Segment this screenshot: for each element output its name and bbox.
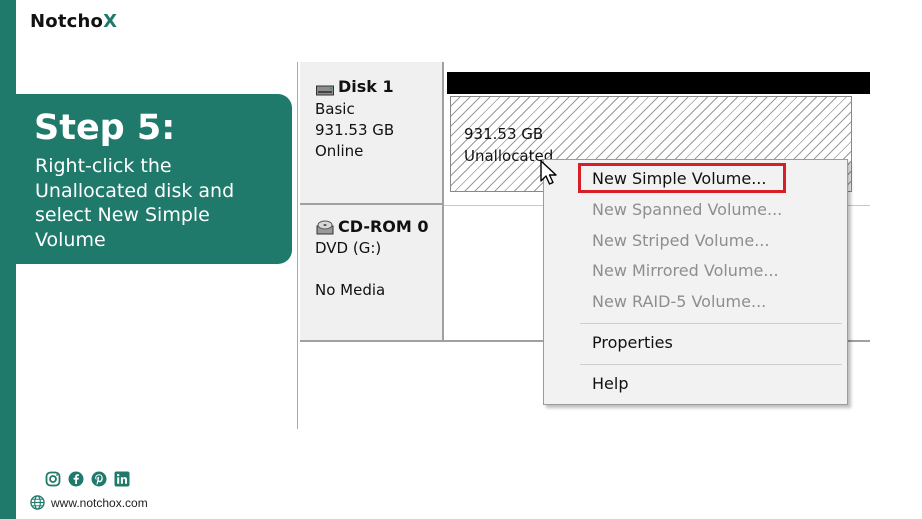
facebook-icon[interactable] (68, 471, 84, 487)
linkedin-icon[interactable] (114, 471, 130, 487)
website-url: www.notchox.com (51, 495, 148, 510)
pinterest-icon[interactable] (91, 471, 107, 487)
step-title: Step 5: (34, 108, 176, 148)
unallocated-size: 931.53 GB (464, 125, 544, 143)
cdrom-name: CD-ROM 0 (316, 217, 429, 236)
cdrom-media: No Media (315, 281, 386, 299)
cdrom-info-panel[interactable]: CD-ROM 0 DVD (G:) No Media (300, 205, 444, 342)
disk1-status: Online (315, 142, 364, 160)
disk1-volume-header-bar (447, 72, 870, 94)
menu-new-spanned-volume[interactable]: New Spanned Volume... (592, 200, 782, 219)
menu-separator (580, 323, 842, 324)
disk-management-screenshot: 931.53 GB Unallocated Disk 1 Basic 931.5… (297, 62, 870, 429)
menu-properties[interactable]: Properties (592, 333, 673, 352)
menu-new-striped-volume[interactable]: New Striped Volume... (592, 231, 769, 250)
left-accent-bar (0, 0, 16, 519)
website-link[interactable]: www.notchox.com (30, 495, 148, 510)
disk1-size: 931.53 GB (315, 121, 395, 139)
cdrom-drive: DVD (G:) (315, 239, 382, 257)
hard-disk-icon (316, 81, 334, 96)
mouse-cursor-icon (540, 160, 557, 185)
context-menu: New Simple Volume... New Spanned Volume.… (543, 159, 848, 405)
disk1-name: Disk 1 (316, 77, 394, 96)
instagram-icon[interactable] (45, 471, 61, 487)
disk1-info-panel[interactable]: Disk 1 Basic 931.53 GB Online (300, 62, 444, 205)
menu-help[interactable]: Help (592, 374, 628, 393)
menu-new-simple-volume[interactable]: New Simple Volume... (592, 169, 766, 188)
notchox-logo[interactable]: NotchoX (30, 11, 117, 32)
disk1-type: Basic (315, 100, 355, 118)
cdrom-icon (316, 218, 334, 236)
menu-new-mirrored-volume[interactable]: New Mirrored Volume... (592, 261, 779, 280)
social-icons (45, 471, 130, 487)
menu-separator (580, 364, 842, 365)
step-description: Right-click the Unallocated disk and sel… (35, 155, 235, 251)
menu-new-raid5-volume[interactable]: New RAID-5 Volume... (592, 292, 766, 311)
globe-icon (30, 495, 45, 510)
step-card: Step 5: Right-click the Unallocated disk… (16, 94, 292, 264)
